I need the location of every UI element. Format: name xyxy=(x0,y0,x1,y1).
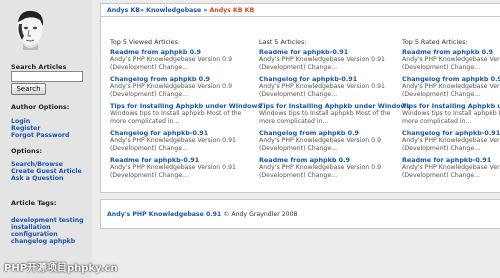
article-snippet: (Development) Change... xyxy=(402,145,481,152)
top-rated-column: Top 5 Rated Articles: Readme from aphpkb… xyxy=(402,38,500,188)
register-link[interactable]: Register xyxy=(11,125,40,132)
article-snippet: more complicated in... xyxy=(259,118,329,125)
article-snippet: Andy's PHP Knowledgebase Version 0.91 xyxy=(402,164,500,171)
list-item: Readme for aphpkb-0.91 Andy's PHP Knowle… xyxy=(110,156,255,180)
footer-copyright: © Andy Grayndler 2008 xyxy=(221,211,298,218)
list-item: Readme from aphpkb 0.9 Andy's PHP Knowle… xyxy=(402,48,500,72)
main-panel: Andys KB» Knowledgebase » Andys KB KB To… xyxy=(100,3,500,193)
article-snippet: Andy's PHP Knowledgebase Version 0.91 xyxy=(110,164,236,171)
tag-changelog-aphpkb[interactable]: changelog aphpkb xyxy=(11,238,75,245)
options-heading: Options: xyxy=(11,147,43,155)
article-snippet: (Development) Change... xyxy=(402,64,481,71)
footer-product-link[interactable]: Andy's PHP Knowledgebase 0.91 xyxy=(107,211,221,218)
article-snippet: Windows tips to Install aphpkb M xyxy=(402,110,500,117)
footer-text: Andy's PHP Knowledgebase 0.91 © Andy Gra… xyxy=(107,211,298,218)
author-options-heading: Author Options: xyxy=(11,103,70,111)
list-item: Readme from aphpkb 0.9 Andy's PHP Knowle… xyxy=(110,48,255,72)
article-link[interactable]: Readme for aphpkb-0.91 xyxy=(110,156,255,164)
article-link[interactable]: Changelog for aphpkb-0.91 xyxy=(402,129,500,137)
article-link[interactable]: Tips for Installing Aphpkb under Windows xyxy=(259,102,410,110)
article-link[interactable]: Changelog from aphpkb 0.9 xyxy=(402,75,500,83)
list-item: Readme from aphpkb 0.9 Andy's PHP Knowle… xyxy=(259,156,404,180)
column-title: Last 5 Articles: xyxy=(259,38,307,46)
tag-configuration[interactable]: configuration xyxy=(11,231,58,238)
article-snippet: (Development) Change... xyxy=(110,172,189,179)
forgot-password-link[interactable]: Forgot Password xyxy=(11,132,69,139)
article-link[interactable]: Readme for aphpkb-0.91 xyxy=(402,156,500,164)
article-snippet: (Development) Change... xyxy=(259,145,338,152)
article-snippet: (Development) Change... xyxy=(110,91,189,98)
article-snippet: Andy's PHP Knowledgebase Version 0.91 xyxy=(259,83,385,90)
list-item: Changelog for aphpkb-0.91 Andy's PHP Kno… xyxy=(259,75,404,99)
search-browse-link[interactable]: Search/Browse xyxy=(11,161,63,168)
breadcrumb-divider xyxy=(101,16,500,17)
article-snippet: Andy's PHP Knowledgebase Version 0.91 xyxy=(402,137,500,144)
article-snippet: Andy's PHP Knowledgebase Version 0.91 xyxy=(259,56,385,63)
article-snippet: (Development) Change... xyxy=(259,64,338,71)
column-title: Top 5 Rated Articles: xyxy=(402,38,468,46)
article-snippet: (Development) Change... xyxy=(259,91,338,98)
footer-panel: Andy's PHP Knowledgebase 0.91 © Andy Gra… xyxy=(100,199,500,229)
article-snippet: Andy's PHP Knowledgebase Version 0.9 xyxy=(402,56,500,63)
search-input[interactable] xyxy=(11,71,83,82)
article-link[interactable]: Readme from aphpkb 0.9 xyxy=(259,156,404,164)
article-snippet: Andy's PHP Knowledgebase Version 0.9 xyxy=(259,164,382,171)
tag-development-testing[interactable]: development testing xyxy=(11,217,84,224)
article-snippet: (Development) Change... xyxy=(110,64,189,71)
column-title: Top 5 Viewed Articles: xyxy=(110,38,181,46)
article-snippet: Andy's PHP Knowledgebase Version 0.91 xyxy=(110,137,236,144)
list-item: Tips for Installing Aphpkb under Windows… xyxy=(402,102,500,126)
article-snippet: more complicated in... xyxy=(110,118,180,125)
article-snippet: more complicated in... xyxy=(402,118,472,125)
list-item: Readme for aphpkb-0.91 Andy's PHP Knowle… xyxy=(402,156,500,180)
breadcrumb: Andys KB» Knowledgebase » Andys KB KB xyxy=(107,7,254,14)
article-snippet: Andy's PHP Knowledgebase Version 0.9 xyxy=(402,83,500,90)
list-item: Changelog from aphpkb 0.9 Andy's PHP Kno… xyxy=(402,75,500,99)
article-link[interactable]: Changelog for aphpkb-0.91 xyxy=(110,129,255,137)
article-snippet: Windows tips to Install aphpkb Most of t… xyxy=(110,110,242,117)
search-button[interactable]: Search xyxy=(11,83,46,95)
search-heading: Search Articles xyxy=(11,63,67,71)
breadcrumb-knowledgebase[interactable]: Knowledgebase xyxy=(146,7,201,14)
tag-installation[interactable]: installation xyxy=(11,224,51,231)
breadcrumb-separator: » xyxy=(203,7,208,14)
article-link[interactable]: Tips for Installing Aphpkb under Windows xyxy=(402,102,500,110)
article-link[interactable]: Changelog from aphpkb 0.9 xyxy=(110,75,255,83)
author-portrait-logo xyxy=(17,10,44,50)
list-item: Changelog from aphpkb 0.9 Andy's PHP Kno… xyxy=(110,75,255,99)
article-link[interactable]: Readme from aphpkb 0.9 xyxy=(402,48,500,56)
breadcrumb-separator: » xyxy=(140,7,145,14)
article-snippet: Andy's PHP Knowledgebase Version 0.9 xyxy=(110,83,233,90)
article-link[interactable]: Changelog for aphpkb-0.91 xyxy=(259,75,404,83)
list-item: Tips for Installing Aphpkb under Windows… xyxy=(110,102,261,126)
article-link[interactable]: Readme for aphpkb-0.91 xyxy=(259,48,404,56)
list-item: Tips for Installing Aphpkb under Windows… xyxy=(259,102,410,126)
article-snippet: Windows tips to Install aphpkb Most of t… xyxy=(259,110,391,117)
login-link[interactable]: Login xyxy=(11,118,30,125)
list-item: Changelog for aphpkb-0.91 Andy's PHP Kno… xyxy=(402,129,500,153)
article-snippet: (Development) Change... xyxy=(259,172,338,179)
article-link[interactable]: Changelog from aphpkb 0.9 xyxy=(259,129,404,137)
article-snippet: Andy's PHP Knowledgebase Version 0.9 xyxy=(110,56,233,63)
create-guest-article-link[interactable]: Create Guest Article xyxy=(11,168,82,175)
article-link[interactable]: Readme from aphpkb 0.9 xyxy=(110,48,255,56)
ask-question-link[interactable]: Ask a Question xyxy=(11,175,63,182)
breadcrumb-home[interactable]: Andys KB xyxy=(107,7,140,14)
list-item: Changelog for aphpkb-0.91 Andy's PHP Kno… xyxy=(110,129,255,153)
site-watermark: PHP开源项目phpky.cn xyxy=(4,263,118,274)
article-link[interactable]: Tips for Installing Aphpkb under Windows xyxy=(110,102,261,110)
article-tags-heading: Article Tags: xyxy=(11,199,57,207)
sidebar: Search Articles Search Author Options: L… xyxy=(0,0,92,278)
article-snippet: Andy's PHP Knowledgebase Version 0.9 xyxy=(259,137,382,144)
article-snippet: (Development) Change... xyxy=(110,145,189,152)
article-snippet: (Development) Change... xyxy=(402,91,481,98)
list-item: Changelog from aphpkb 0.9 Andy's PHP Kno… xyxy=(259,129,404,153)
list-item: Readme for aphpkb-0.91 Andy's PHP Knowle… xyxy=(259,48,404,72)
breadcrumb-current: Andys KB KB xyxy=(209,7,255,14)
article-snippet: (Development) Change... xyxy=(402,172,481,179)
